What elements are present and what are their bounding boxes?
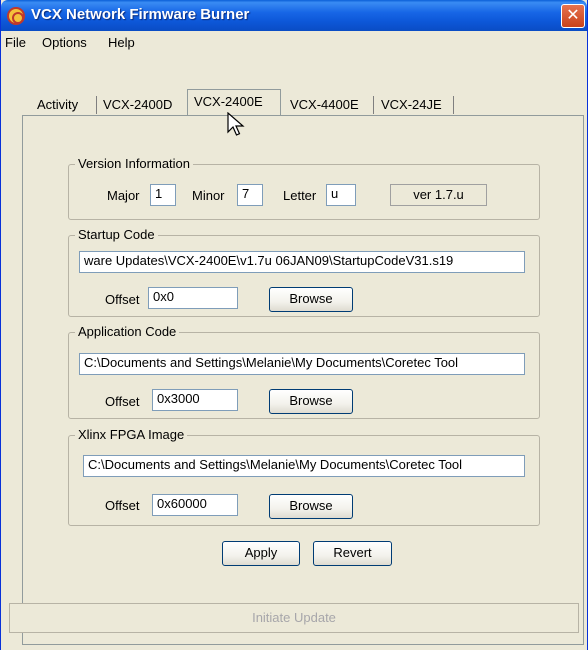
minor-field[interactable]: 7 xyxy=(237,184,263,206)
menu-bar: File Options Help xyxy=(1,31,587,55)
tab-vcx-24je[interactable]: VCX-24JE xyxy=(375,94,448,116)
startup-offset-label: Offset xyxy=(105,292,140,307)
revert-button[interactable]: Revert xyxy=(313,541,392,566)
mouse-pointer-icon xyxy=(227,112,245,136)
tab-activity[interactable]: Activity xyxy=(31,94,84,116)
main-window: VCX Network Firmware Burner ✕ File Optio… xyxy=(0,0,588,650)
letter-field[interactable]: u xyxy=(326,184,356,206)
application-offset-label: Offset xyxy=(105,394,140,409)
application-code-legend: Application Code xyxy=(75,324,180,339)
version-info-legend: Version Information xyxy=(75,156,194,171)
tab-vcx-2400d[interactable]: VCX-2400D xyxy=(97,94,178,116)
initiate-update-button[interactable]: Initiate Update xyxy=(9,603,579,633)
startup-code-path-input[interactable]: ware Updates\VCX-2400E\v1.7u 06JAN09\Sta… xyxy=(79,251,525,273)
minor-label: Minor xyxy=(192,188,225,203)
application-code-path-input[interactable]: C:\Documents and Settings\Melanie\My Doc… xyxy=(79,353,525,375)
letter-label: Letter xyxy=(283,188,317,203)
menu-options[interactable]: Options xyxy=(42,35,87,50)
application-offset-input[interactable]: 0x3000 xyxy=(152,389,238,411)
tab-separator xyxy=(373,96,374,114)
fpga-browse-button[interactable]: Browse xyxy=(269,494,353,519)
startup-offset-input[interactable]: 0x0 xyxy=(148,287,238,309)
fpga-image-legend: Xlinx FPGA Image xyxy=(75,427,188,442)
tab-vcx-4400e[interactable]: VCX-4400E xyxy=(284,94,365,116)
app-icon xyxy=(7,7,25,25)
menu-file[interactable]: File xyxy=(5,35,26,50)
application-browse-button[interactable]: Browse xyxy=(269,389,353,414)
apply-button[interactable]: Apply xyxy=(222,541,300,566)
fpga-offset-input[interactable]: 0x60000 xyxy=(152,494,238,516)
window-title: VCX Network Firmware Burner xyxy=(31,6,250,23)
startup-code-legend: Startup Code xyxy=(75,227,158,242)
menu-help[interactable]: Help xyxy=(108,35,135,50)
version-display: ver 1.7.u xyxy=(390,184,487,206)
fpga-offset-label: Offset xyxy=(105,498,140,513)
startup-browse-button[interactable]: Browse xyxy=(269,287,353,312)
major-label: Major xyxy=(107,188,140,203)
title-bar[interactable]: VCX Network Firmware Burner ✕ xyxy=(1,0,587,31)
close-button[interactable]: ✕ xyxy=(561,4,585,28)
major-field[interactable]: 1 xyxy=(150,184,176,206)
fpga-image-path-input[interactable]: C:\Documents and Settings\Melanie\My Doc… xyxy=(83,455,525,477)
tab-separator xyxy=(453,96,454,114)
